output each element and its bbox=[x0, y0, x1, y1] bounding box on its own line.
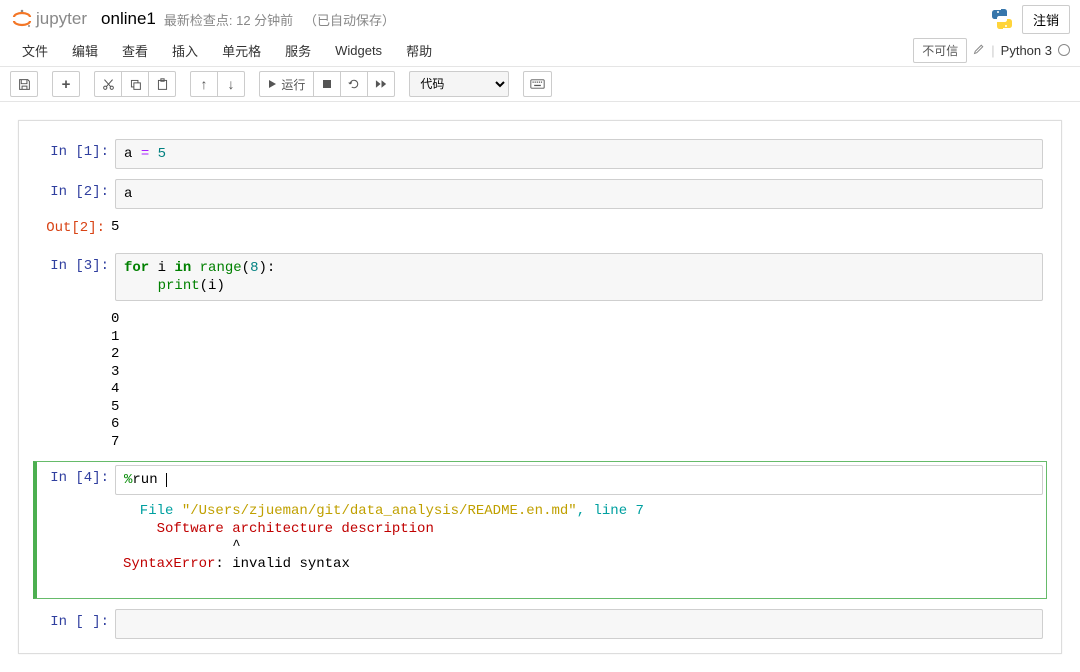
code-cell[interactable]: In [1]: a = 5 bbox=[33, 135, 1047, 173]
menubar: 文件 编辑 查看 插入 单元格 服务 Widgets 帮助 不可信 | Pyth… bbox=[10, 34, 1070, 66]
stop-button[interactable] bbox=[313, 71, 341, 97]
output-row: Out[2]: 5 bbox=[33, 215, 1047, 241]
menu-widgets[interactable]: Widgets bbox=[323, 37, 394, 64]
input-prompt: In [3]: bbox=[37, 253, 115, 301]
save-button[interactable] bbox=[10, 71, 38, 97]
menu-view[interactable]: 查看 bbox=[110, 35, 160, 66]
header-right: 注销 bbox=[990, 5, 1070, 34]
add-cell-button[interactable]: + bbox=[52, 71, 80, 97]
jupyter-logo[interactable]: jupyter bbox=[10, 7, 87, 31]
move-up-button[interactable]: ↑ bbox=[190, 71, 218, 97]
header: jupyter online1 最新检查点: 12 分钟前 （已自动保存） 注销 bbox=[0, 0, 1080, 34]
menu-cell[interactable]: 单元格 bbox=[210, 35, 273, 66]
python-icon bbox=[990, 7, 1014, 31]
restart-button[interactable] bbox=[340, 71, 368, 97]
error-output: File "/Users/zjueman/git/data_analysis/R… bbox=[115, 495, 1043, 595]
pencil-icon[interactable] bbox=[973, 43, 985, 58]
notebook-container: In [1]: a = 5 In [2]: a Out[2]: 5 In [3]… bbox=[0, 102, 1080, 672]
move-down-button[interactable]: ↓ bbox=[217, 71, 245, 97]
input-prompt: In [2]: bbox=[37, 179, 115, 209]
notebook: In [1]: a = 5 In [2]: a Out[2]: 5 In [3]… bbox=[18, 120, 1062, 654]
code-cell[interactable]: In [3]: for i in range(8): print(i) bbox=[33, 249, 1047, 305]
code-cell[interactable]: In [2]: a bbox=[33, 175, 1047, 213]
menu-help[interactable]: 帮助 bbox=[394, 35, 444, 66]
code-cell-selected[interactable]: In [4]: %run File "/Users/zjueman/git/da… bbox=[33, 461, 1047, 599]
kernel-name[interactable]: Python 3 bbox=[1001, 43, 1052, 58]
notebook-name[interactable]: online1 bbox=[101, 9, 156, 29]
toolbar: + ↑ ↓ 运行 代码 bbox=[0, 67, 1080, 102]
command-palette-button[interactable] bbox=[523, 71, 552, 97]
output-text: 0 1 2 3 4 5 6 7 bbox=[111, 307, 127, 455]
menubar-container: 文件 编辑 查看 插入 单元格 服务 Widgets 帮助 不可信 | Pyth… bbox=[0, 34, 1080, 67]
menu-file[interactable]: 文件 bbox=[10, 35, 60, 66]
cut-button[interactable] bbox=[94, 71, 122, 97]
menu-insert[interactable]: 插入 bbox=[160, 35, 210, 66]
code-cell[interactable]: In [ ]: bbox=[33, 605, 1047, 643]
output-text: 5 bbox=[111, 215, 127, 241]
menu-edit[interactable]: 编辑 bbox=[60, 35, 110, 66]
code-input[interactable]: a = 5 bbox=[115, 139, 1043, 169]
input-prompt: In [ ]: bbox=[37, 609, 115, 639]
input-prompt: In [1]: bbox=[37, 139, 115, 169]
logo-text: jupyter bbox=[36, 9, 87, 29]
menubar-right: 不可信 | Python 3 bbox=[913, 38, 1070, 63]
checkpoint-status: 最新检查点: 12 分钟前 （已自动保存） bbox=[164, 10, 395, 29]
output-prompt-empty bbox=[33, 307, 111, 455]
output-prompt: Out[2]: bbox=[33, 215, 111, 241]
restart-run-all-button[interactable] bbox=[367, 71, 395, 97]
code-input[interactable]: a bbox=[115, 179, 1043, 209]
jupyter-icon bbox=[10, 7, 34, 31]
paste-button[interactable] bbox=[148, 71, 176, 97]
code-input[interactable] bbox=[115, 609, 1043, 639]
copy-button[interactable] bbox=[121, 71, 149, 97]
logout-button[interactable]: 注销 bbox=[1022, 5, 1070, 34]
menu-kernel[interactable]: 服务 bbox=[273, 35, 323, 66]
code-input[interactable]: for i in range(8): print(i) bbox=[115, 253, 1043, 301]
run-button[interactable]: 运行 bbox=[259, 71, 314, 97]
code-input[interactable]: %run bbox=[115, 465, 1043, 495]
cell-type-select[interactable]: 代码 bbox=[409, 71, 509, 97]
output-row: 0 1 2 3 4 5 6 7 bbox=[33, 307, 1047, 455]
trusted-indicator[interactable]: 不可信 bbox=[913, 38, 967, 63]
kernel-idle-icon bbox=[1058, 44, 1070, 56]
input-prompt: In [4]: bbox=[37, 465, 115, 595]
